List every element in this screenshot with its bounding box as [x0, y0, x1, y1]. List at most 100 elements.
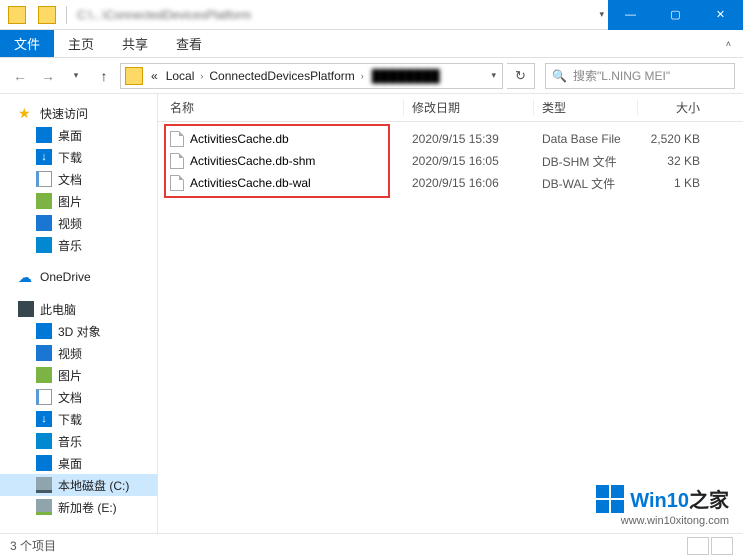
address-segment[interactable]: ConnectedDevicesPlatform — [205, 69, 358, 83]
sidebar-item-music2[interactable]: 音乐 — [0, 430, 157, 452]
address-dropdown-button[interactable]: ▾ — [485, 70, 502, 81]
file-type: DB-WAL 文件 — [534, 175, 638, 192]
file-icon — [170, 153, 184, 169]
refresh-button[interactable]: ↻ — [507, 63, 535, 89]
sidebar-item-pictures[interactable]: 图片 — [0, 190, 157, 212]
sidebar-item-pictures2[interactable]: 图片 — [0, 364, 157, 386]
column-date[interactable]: 修改日期 — [404, 99, 534, 116]
search-placeholder: 搜索"L.NING MEI" — [573, 67, 670, 84]
status-bar: 3 个项目 — [0, 533, 743, 557]
sidebar-item-desktop[interactable]: 桌面 — [0, 124, 157, 146]
sidebar-item-desktop2[interactable]: 桌面 — [0, 452, 157, 474]
sidebar: 快速访问 桌面 下载 文档 图片 视频 音乐 OneDrive 此电脑 3D 对… — [0, 94, 158, 533]
status-item-count: 3 个项目 — [10, 537, 56, 554]
sidebar-item-videos2[interactable]: 视频 — [0, 342, 157, 364]
sidebar-item-label: 文档 — [58, 171, 82, 188]
sidebar-item-label: 桌面 — [58, 127, 82, 144]
title-path: C:\...\ConnectedDevicesPlatform — [73, 8, 251, 22]
sidebar-item-label: 新加卷 (E:) — [58, 499, 117, 516]
window-controls: — ▢ ✕ — [608, 0, 743, 30]
sidebar-item-3d[interactable]: 3D 对象 — [0, 320, 157, 342]
sidebar-item-label: 下载 — [58, 411, 82, 428]
close-button[interactable]: ✕ — [698, 0, 743, 30]
sidebar-item-label: 文档 — [58, 389, 82, 406]
sidebar-item-drive-c[interactable]: 本地磁盘 (C:) — [0, 474, 157, 496]
file-row[interactable]: ActivitiesCache.db-shm 2020/9/15 16:05 D… — [158, 150, 743, 172]
file-size: 1 KB — [638, 176, 716, 190]
ribbon-share-tab[interactable]: 共享 — [108, 30, 162, 57]
address-bar[interactable]: « Local › ConnectedDevicesPlatform › ███… — [120, 63, 503, 89]
file-rows: ActivitiesCache.db 2020/9/15 15:39 Data … — [158, 122, 743, 194]
nav-back-button[interactable]: ← — [8, 64, 32, 88]
folder-icon — [125, 67, 143, 85]
sidebar-item-downloads[interactable]: 下载 — [0, 146, 157, 168]
sidebar-item-label: 图片 — [58, 367, 82, 384]
file-list-pane: 名称 修改日期 类型 大小 ActivitiesCache.db 2020/9/… — [158, 94, 743, 533]
search-input[interactable]: 🔍 搜索"L.NING MEI" — [545, 63, 735, 89]
nav-up-button[interactable]: ↑ — [92, 64, 116, 88]
file-name: ActivitiesCache.db-shm — [190, 154, 315, 168]
column-size[interactable]: 大小 — [638, 99, 716, 116]
sidebar-this-pc[interactable]: 此电脑 — [0, 298, 157, 320]
pictures-icon — [36, 367, 52, 383]
ribbon-home-tab[interactable]: 主页 — [54, 30, 108, 57]
star-icon — [18, 105, 34, 121]
file-name: ActivitiesCache.db-wal — [190, 176, 311, 190]
file-size: 32 KB — [638, 154, 716, 168]
sidebar-item-label: OneDrive — [40, 270, 91, 284]
file-date: 2020/9/15 16:06 — [404, 176, 534, 190]
maximize-button[interactable]: ▢ — [653, 0, 698, 30]
nav-forward-button[interactable]: → — [36, 64, 60, 88]
drive-icon — [36, 499, 52, 515]
document-icon — [36, 171, 52, 187]
chevron-right-icon[interactable]: › — [198, 71, 205, 81]
sidebar-item-music[interactable]: 音乐 — [0, 234, 157, 256]
nav-recent-button[interactable]: ▾ — [64, 64, 88, 88]
view-large-button[interactable] — [711, 537, 733, 555]
watermark-brand: Win10之家 — [630, 484, 729, 513]
column-type[interactable]: 类型 — [534, 99, 638, 116]
file-row[interactable]: ActivitiesCache.db-wal 2020/9/15 16:06 D… — [158, 172, 743, 194]
video-icon — [36, 215, 52, 231]
sidebar-item-label: 快速访问 — [40, 105, 88, 122]
nav-row: ← → ▾ ↑ « Local › ConnectedDevicesPlatfo… — [0, 58, 743, 94]
sidebar-item-label: 视频 — [58, 215, 82, 232]
sidebar-item-label: 此电脑 — [40, 301, 76, 318]
sidebar-quick-access[interactable]: 快速访问 — [0, 102, 157, 124]
ribbon-view-tab[interactable]: 查看 — [162, 30, 216, 57]
sidebar-item-documents[interactable]: 文档 — [0, 168, 157, 190]
sidebar-item-documents2[interactable]: 文档 — [0, 386, 157, 408]
address-prefix: « — [147, 69, 162, 83]
column-name[interactable]: 名称 — [158, 99, 404, 116]
file-row[interactable]: ActivitiesCache.db 2020/9/15 15:39 Data … — [158, 128, 743, 150]
desktop-icon — [36, 455, 52, 471]
address-segment[interactable]: Local — [162, 69, 199, 83]
folder-icon — [38, 6, 56, 24]
minimize-button[interactable]: — — [608, 0, 653, 30]
pictures-icon — [36, 193, 52, 209]
sidebar-item-videos[interactable]: 视频 — [0, 212, 157, 234]
address-segment-blurred: ████████ — [366, 69, 446, 83]
chevron-down-icon: ▾ — [74, 70, 79, 81]
sidebar-onedrive[interactable]: OneDrive — [0, 266, 157, 288]
file-name: ActivitiesCache.db — [190, 132, 289, 146]
chevron-down-icon[interactable]: ▾ — [599, 9, 604, 20]
file-icon — [170, 131, 184, 147]
divider — [66, 6, 67, 24]
drive-icon — [36, 477, 52, 493]
download-icon — [36, 411, 52, 427]
ribbon-file-tab[interactable]: 文件 — [0, 30, 54, 57]
pc-icon — [18, 301, 34, 317]
music-icon — [36, 237, 52, 253]
3d-icon — [36, 323, 52, 339]
ribbon-tabs: 文件 主页 共享 查看 ˄ — [0, 30, 743, 58]
sidebar-item-downloads2[interactable]: 下载 — [0, 408, 157, 430]
chevron-right-icon[interactable]: › — [359, 71, 366, 81]
ribbon-collapse-button[interactable]: ˄ — [714, 30, 743, 57]
view-toggle — [687, 537, 733, 555]
music-icon — [36, 433, 52, 449]
view-details-button[interactable] — [687, 537, 709, 555]
file-size: 2,520 KB — [638, 132, 716, 146]
sidebar-item-label: 桌面 — [58, 455, 82, 472]
sidebar-item-drive-e[interactable]: 新加卷 (E:) — [0, 496, 157, 518]
